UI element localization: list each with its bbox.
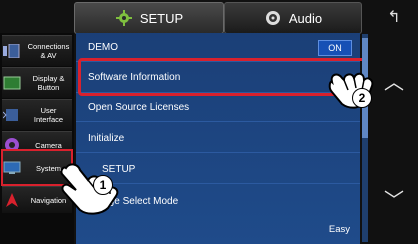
hand-pointer-icon	[58, 158, 124, 221]
callout-2: 2	[352, 88, 372, 108]
display-icon	[2, 73, 22, 93]
tab-audio-label: Audio	[288, 10, 323, 26]
tab-setup[interactable]: SETUP	[74, 2, 224, 34]
tab-audio[interactable]: Audio	[224, 2, 362, 34]
chevron-up-icon: ︿	[384, 71, 404, 94]
sidebar-item-label: Display & Button	[32, 74, 65, 92]
back-button[interactable]: ↰	[372, 2, 416, 32]
connections-icon	[2, 41, 22, 61]
list-item-label: DEMO	[88, 41, 118, 53]
scroll-down-button[interactable]: ﹀	[374, 180, 414, 216]
scroll-up-button[interactable]: ︿	[374, 62, 414, 98]
user-interface-icon	[2, 105, 22, 125]
tab-setup-label: SETUP	[139, 10, 184, 26]
sidebar-item-connections[interactable]: Connections & AV	[2, 35, 72, 66]
sidebar-item-display[interactable]: Display & Button	[2, 67, 72, 98]
screen: SETUP Audio ↰ Connections & AV Display &…	[0, 0, 418, 244]
sidebar-item-label: Camera	[35, 140, 62, 150]
navigation-icon	[2, 190, 22, 210]
list-item-initialize[interactable]: Initialize	[76, 124, 360, 153]
demo-toggle[interactable]: ON	[318, 40, 352, 56]
list-item-label: Open Source Licenses	[88, 101, 190, 113]
sidebar-item-user-interface[interactable]: User Interface	[2, 99, 72, 130]
sidebar-item-label: Connections & AV	[27, 42, 70, 60]
gear-icon	[115, 9, 133, 27]
chevron-down-icon: ﹀	[384, 189, 404, 212]
system-icon	[2, 158, 22, 178]
list-item-label: Initialize	[88, 132, 125, 144]
list-item-open-source-licenses[interactable]: Open Source Licenses	[76, 93, 360, 122]
list-item-value: Easy	[328, 224, 350, 235]
callout-1: 1	[93, 175, 113, 195]
back-arrow-icon: ↰	[387, 9, 401, 26]
sidebar-item-label: User Interface	[33, 106, 64, 124]
selection-highlight	[78, 58, 366, 96]
hand-pointer-icon	[326, 62, 378, 115]
audio-icon	[264, 9, 282, 27]
